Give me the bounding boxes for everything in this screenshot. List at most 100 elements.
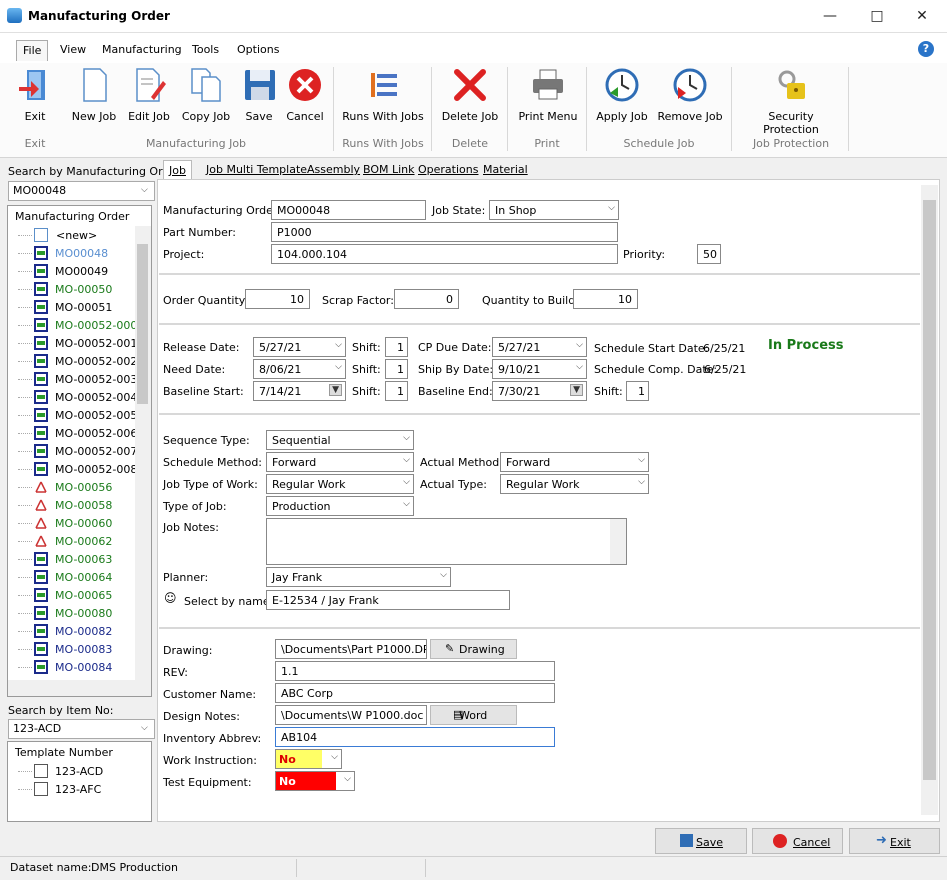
tree-item[interactable]: MO-00083 <box>8 640 151 658</box>
work-instruction-select[interactable]: No ⌵ <box>275 749 342 769</box>
tree-horizontal-scrollbar[interactable] <box>8 680 151 696</box>
menu-file[interactable]: File <box>16 40 49 61</box>
chevron-down-icon[interactable]: ⌵ <box>141 723 151 733</box>
word-button[interactable]: ▤ Word <box>430 705 517 725</box>
part-number-field[interactable]: P1000 <box>271 222 618 242</box>
baseline-start-picker[interactable]: 7/14/21 ▼ <box>253 381 346 401</box>
runs-with-jobs-button[interactable]: Runs With Jobs <box>341 67 425 123</box>
save-ribbon-button[interactable]: Save <box>242 67 276 123</box>
tree-item[interactable]: MO-00052-004 <box>8 388 151 406</box>
menu-options[interactable]: Options <box>237 43 279 56</box>
actual-method-select[interactable]: Forward ⌵ <box>500 452 649 472</box>
tree-item[interactable]: MO-00052-000 <box>8 316 151 334</box>
tree-item[interactable]: MO-00060 <box>8 514 151 532</box>
select-by-name-field[interactable]: E-12534 / Jay Frank <box>266 590 510 610</box>
menu-view[interactable]: View <box>60 43 86 56</box>
cancel-button[interactable]: Cancel <box>752 828 843 854</box>
mo-field[interactable]: MO00048 <box>271 200 426 220</box>
tab-bom-link[interactable]: BOM Link <box>358 160 420 179</box>
project-field[interactable]: 104.000.104 <box>271 244 618 264</box>
remove-job-button[interactable]: Remove Job <box>656 67 724 123</box>
tree-item[interactable]: MO-00051 <box>8 298 151 316</box>
tab-job-multi-template[interactable]: Job Multi Template <box>201 160 312 179</box>
maximize-button[interactable]: □ <box>867 6 887 26</box>
tree-item[interactable]: MO-00052-001 <box>8 334 151 352</box>
tree-item[interactable]: MO-00052-008 <box>8 460 151 478</box>
ship-by-picker[interactable]: 9/10/21 ⌵ <box>492 359 587 379</box>
people-icon[interactable]: ☺ <box>164 591 177 605</box>
tree-item[interactable]: MO-00065 <box>8 586 151 604</box>
new-job-button[interactable]: New Job <box>70 67 118 123</box>
mo-tree[interactable]: Manufacturing Order <new> MO00048 MO00049 M… <box>7 205 152 697</box>
sequence-type-select[interactable]: Sequential ⌵ <box>266 430 414 450</box>
tree-item[interactable]: MO-00063 <box>8 550 151 568</box>
shift-field-1[interactable]: 1 <box>385 337 408 357</box>
delete-job-button[interactable]: Delete Job <box>440 67 500 123</box>
drawing-field[interactable]: \Documents\Part P1000.DRW <box>275 639 427 659</box>
type-of-job-select[interactable]: Production ⌵ <box>266 496 414 516</box>
tab-assembly[interactable]: Assembly <box>302 160 365 179</box>
tab-material[interactable]: Material <box>478 160 533 179</box>
tab-job[interactable]: Job <box>163 160 192 179</box>
release-date-picker[interactable]: 5/27/21 ⌵ <box>253 337 346 357</box>
save-button[interactable]: Save <box>655 828 747 854</box>
template-item[interactable]: 123-ACD <box>8 762 151 780</box>
need-date-picker[interactable]: 8/06/21 ⌵ <box>253 359 346 379</box>
shift-field-3[interactable]: 1 <box>385 381 408 401</box>
exit-button[interactable]: ➜ Exit <box>849 828 940 854</box>
tree-item[interactable]: MO-00052-002 <box>8 352 151 370</box>
tree-item[interactable]: MO-00050 <box>8 280 151 298</box>
apply-job-button[interactable]: Apply Job <box>594 67 650 123</box>
planner-select[interactable]: Jay Frank ⌵ <box>266 567 451 587</box>
security-protection-button[interactable]: Security Protection <box>740 67 842 136</box>
search-mo-combo[interactable]: MO00048 ⌵ <box>8 181 155 201</box>
notes-scrollbar[interactable] <box>610 519 626 564</box>
close-button[interactable]: ✕ <box>912 6 932 26</box>
order-qty-field[interactable]: 10 <box>245 289 310 309</box>
tree-item[interactable]: MO-00062 <box>8 532 151 550</box>
template-item[interactable]: 123-AFC <box>8 780 151 798</box>
job-state-select[interactable]: In Shop ⌵ <box>489 200 619 220</box>
cp-due-picker[interactable]: 5/27/21 ⌵ <box>492 337 587 357</box>
tree-item[interactable]: MO-00052-006 <box>8 424 151 442</box>
shift-field-2[interactable]: 1 <box>385 359 408 379</box>
tree-item[interactable]: MO-00056 <box>8 478 151 496</box>
search-item-combo[interactable]: 123-ACD ⌵ <box>8 719 155 739</box>
menu-tools[interactable]: Tools <box>192 43 219 56</box>
scrap-factor-field[interactable]: 0 <box>394 289 459 309</box>
menu-manufacturing[interactable]: Manufacturing <box>102 43 182 56</box>
scrollbar-thumb[interactable] <box>923 200 936 780</box>
qty-build-field[interactable]: 10 <box>573 289 638 309</box>
job-notes-textarea[interactable] <box>266 518 627 565</box>
tree-item[interactable]: MO00049 <box>8 262 151 280</box>
exit-ribbon-button[interactable]: Exit <box>14 67 56 123</box>
baseline-end-picker[interactable]: 7/30/21 ▼ <box>492 381 587 401</box>
tree-item[interactable]: MO-00080 <box>8 604 151 622</box>
scrollbar-thumb[interactable] <box>137 244 148 404</box>
chevron-down-icon[interactable]: ⌵ <box>141 185 151 195</box>
tree-item[interactable]: MO-00052-005 <box>8 406 151 424</box>
design-notes-field[interactable]: \Documents\W P1000.doc <box>275 705 427 725</box>
tab-operations[interactable]: Operations <box>413 160 483 179</box>
copy-job-button[interactable]: Copy Job <box>181 67 231 123</box>
help-icon[interactable]: ? <box>918 41 934 57</box>
test-equipment-select[interactable]: No ⌵ <box>275 771 355 791</box>
drawing-button[interactable]: ✎ Drawing <box>430 639 517 659</box>
tree-item[interactable]: MO-00052-003 <box>8 370 151 388</box>
shift-field-4[interactable]: 1 <box>626 381 649 401</box>
priority-field[interactable]: 50 <box>697 244 721 264</box>
rev-field[interactable]: 1.1 <box>275 661 555 681</box>
tree-item[interactable]: MO-00064 <box>8 568 151 586</box>
cancel-ribbon-button[interactable]: Cancel <box>285 67 325 123</box>
template-tree[interactable]: Template Number 123-ACD 123-AFC <box>7 741 152 822</box>
inventory-abbrev-field[interactable]: AB104 <box>275 727 555 747</box>
tree-item-new[interactable]: <new> <box>8 226 151 244</box>
actual-type-select[interactable]: Regular Work ⌵ <box>500 474 649 494</box>
print-menu-button[interactable]: Print Menu <box>517 67 579 123</box>
customer-field[interactable]: ABC Corp <box>275 683 555 703</box>
edit-job-button[interactable]: Edit Job <box>126 67 172 123</box>
tree-item[interactable]: MO-00082 <box>8 622 151 640</box>
schedule-method-select[interactable]: Forward ⌵ <box>266 452 414 472</box>
tree-item[interactable]: MO-00084 <box>8 658 151 676</box>
tree-vertical-scrollbar[interactable] <box>135 226 151 680</box>
